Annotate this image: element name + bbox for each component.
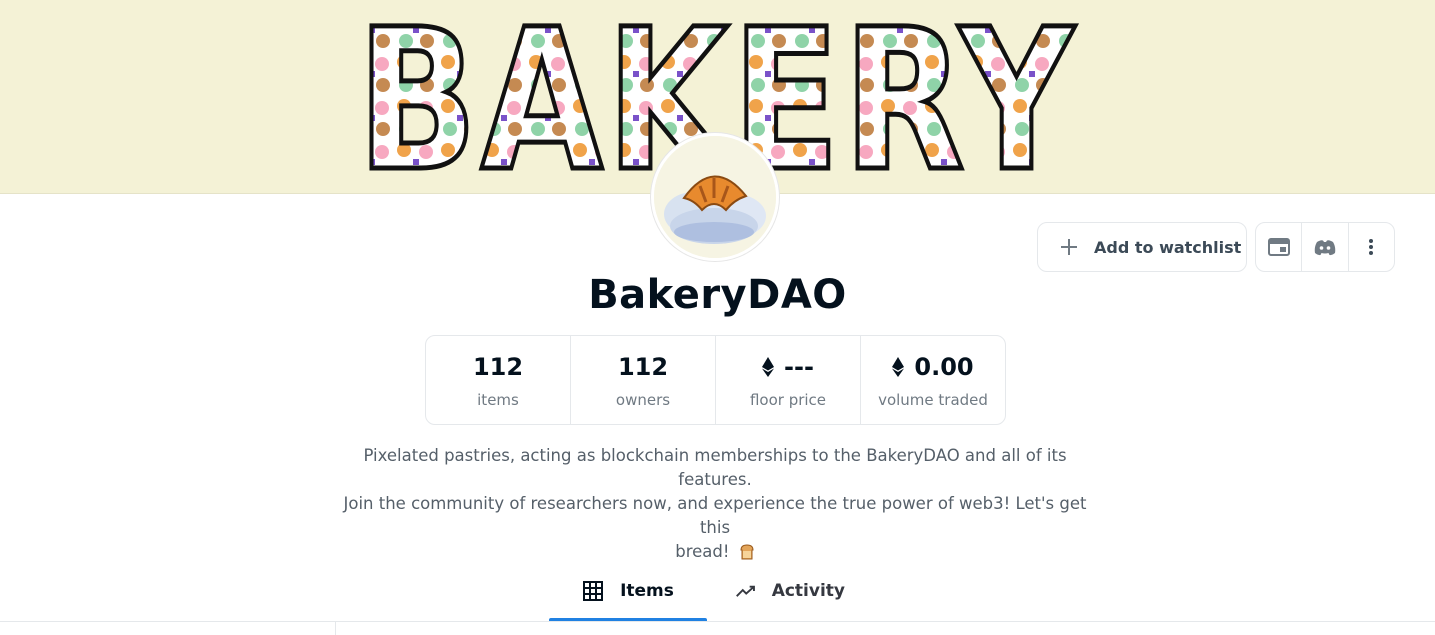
stat-value: 112 xyxy=(617,353,669,381)
collection-stats: 112 items 112 owners --- floor price 0.0… xyxy=(425,335,1006,425)
description-line: bread! xyxy=(675,542,730,561)
stat-label: items xyxy=(477,391,519,409)
stat-label: floor price xyxy=(749,391,827,409)
collection-tabs: Items Activity xyxy=(0,560,1435,622)
stat-value: 112 xyxy=(472,353,524,381)
stat-value: 0.00 xyxy=(914,353,974,381)
tab-label: Items xyxy=(620,581,674,601)
stat-volume-traded[interactable]: 0.00 volume traded xyxy=(860,336,1005,424)
more-icon xyxy=(1369,239,1374,255)
add-to-watchlist-button[interactable]: Add to watchlist xyxy=(1037,222,1247,272)
website-button[interactable] xyxy=(1256,223,1301,271)
collection-avatar xyxy=(651,133,779,261)
stat-label: volume traded xyxy=(878,391,988,409)
croissant-on-cloud-icon xyxy=(654,136,776,258)
stat-owners[interactable]: 112 owners xyxy=(570,336,715,424)
stat-value: --- xyxy=(784,353,814,381)
bread-emoji-icon xyxy=(740,544,754,560)
discord-button[interactable] xyxy=(1301,223,1347,271)
more-options-button[interactable] xyxy=(1347,223,1394,271)
stat-items[interactable]: 112 items xyxy=(426,336,570,424)
watchlist-label: Add to watchlist xyxy=(1094,237,1242,257)
ethereum-icon xyxy=(892,357,905,377)
description-line: Join the community of researchers now, a… xyxy=(343,494,1087,537)
stat-label: owners xyxy=(615,391,671,409)
tabs-divider xyxy=(0,621,1435,622)
tab-items[interactable]: Items xyxy=(549,560,707,622)
social-links-group xyxy=(1255,222,1395,272)
grid-icon xyxy=(583,581,604,601)
ethereum-icon xyxy=(762,357,775,377)
discord-icon xyxy=(1314,239,1336,255)
description-line: Pixelated pastries, acting as blockchain… xyxy=(363,446,1067,489)
stat-floor-price[interactable]: --- floor price xyxy=(715,336,860,424)
collection-description: Pixelated pastries, acting as blockchain… xyxy=(330,444,1100,564)
collection-name: BakeryDAO xyxy=(588,272,847,318)
tab-activity[interactable]: Activity xyxy=(735,560,845,622)
tab-label: Activity xyxy=(771,581,845,601)
plus-icon xyxy=(1060,238,1078,256)
activity-chart-icon xyxy=(736,585,755,597)
website-icon xyxy=(1267,238,1290,256)
sidebar-divider xyxy=(335,622,336,635)
